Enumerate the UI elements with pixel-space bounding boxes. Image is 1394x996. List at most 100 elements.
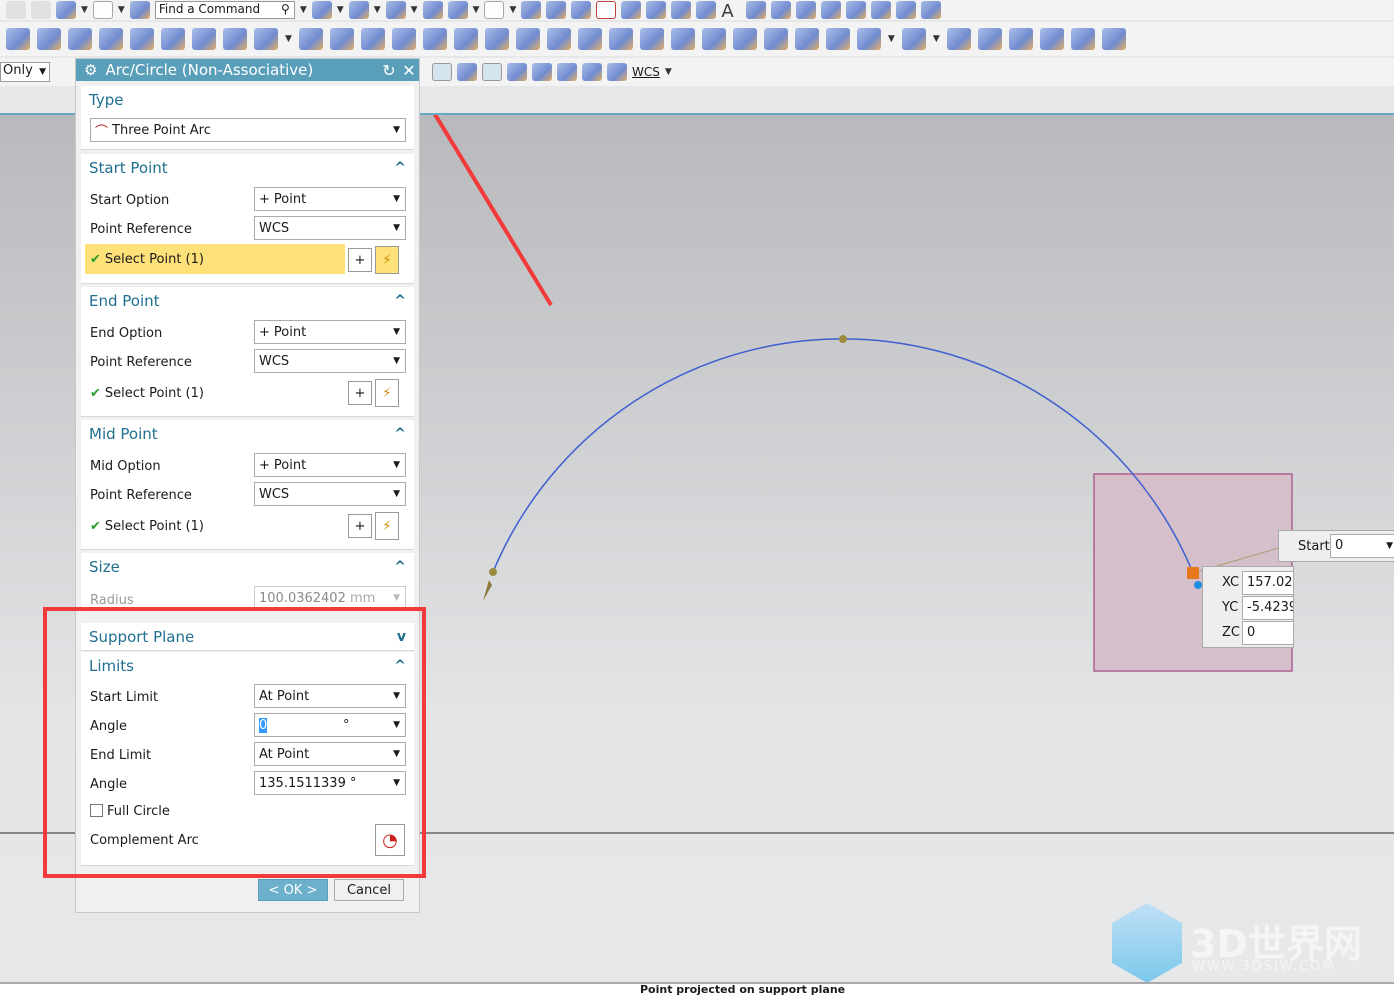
mid-point-header[interactable]: Mid Point ^: [81, 420, 414, 448]
part-icon[interactable]: [348, 1, 369, 19]
snap-center-icon[interactable]: [432, 63, 452, 81]
undo-icon[interactable]: [6, 1, 26, 19]
support-plane-section[interactable]: Support Plane v: [81, 623, 414, 651]
limits-header[interactable]: Limits ^: [81, 652, 414, 680]
bridge-icon[interactable]: [821, 1, 842, 19]
type-select[interactable]: ⌒ Three Point Arc ▼: [90, 118, 406, 142]
clearance-icon[interactable]: [1039, 28, 1064, 50]
emboss-icon[interactable]: [130, 28, 154, 50]
snap-bounded-icon[interactable]: [557, 63, 577, 81]
move-face-icon[interactable]: [453, 28, 478, 50]
patch-icon[interactable]: [639, 28, 664, 50]
pattern-feature-icon[interactable]: [192, 28, 216, 50]
intersect-icon[interactable]: [796, 1, 817, 19]
rectangle-icon[interactable]: [596, 1, 617, 19]
mid-select-point-row[interactable]: ✔ Select Point (1): [90, 519, 204, 534]
edge-icon[interactable]: [447, 1, 468, 19]
snap-on-face-icon[interactable]: [532, 63, 552, 81]
extrude-icon[interactable]: [6, 28, 30, 50]
point-dialog-button[interactable]: +: [348, 514, 372, 538]
synchronous-icon[interactable]: [856, 28, 881, 50]
analysis-icon[interactable]: [846, 1, 867, 19]
reference-set-icon[interactable]: [1101, 28, 1126, 50]
full-circle-checkbox[interactable]: Full Circle: [90, 804, 170, 819]
draft-body-icon[interactable]: [391, 28, 416, 50]
fit-icon[interactable]: [311, 1, 332, 19]
filter-select[interactable]: Only ▼: [0, 62, 50, 82]
wave-icon[interactable]: [1070, 28, 1095, 50]
gear-icon[interactable]: ⚙: [84, 61, 97, 79]
yc-input[interactable]: -5.4239: [1242, 596, 1294, 620]
thicken-icon[interactable]: [577, 28, 602, 50]
unite-icon[interactable]: [223, 28, 247, 50]
redo-icon[interactable]: [31, 1, 51, 19]
boolean-icon[interactable]: [254, 28, 278, 50]
blend-icon[interactable]: [701, 28, 726, 50]
chamfer-icon[interactable]: [732, 28, 757, 50]
snap-point-icon[interactable]: [482, 63, 502, 81]
wcs-menu[interactable]: WCS: [632, 65, 660, 79]
end-limit-select[interactable]: At Point ▼: [254, 742, 406, 766]
inferred-point-button[interactable]: ⚡: [375, 512, 399, 540]
inferred-point-button[interactable]: ⚡: [375, 379, 399, 407]
revolve-icon[interactable]: [37, 28, 61, 50]
transform-icon[interactable]: [546, 1, 567, 19]
xyz-icon[interactable]: [607, 63, 627, 81]
text-icon[interactable]: A: [721, 1, 741, 22]
complement-arc-button[interactable]: ◔: [375, 824, 405, 856]
project-icon[interactable]: [771, 1, 792, 19]
shade-icon[interactable]: [422, 1, 443, 19]
end-option-select[interactable]: + Point ▼: [254, 320, 406, 344]
mid-reference-select[interactable]: WCS ▼: [254, 482, 406, 506]
split-body-icon[interactable]: [298, 28, 323, 50]
start-limit-select[interactable]: At Point ▼: [254, 684, 406, 708]
tools-icon[interactable]: [56, 1, 76, 19]
surface-icon[interactable]: [794, 28, 819, 50]
bend-icon[interactable]: [546, 28, 571, 50]
start-select-point-row[interactable]: ✔ Select Point (1): [85, 244, 345, 274]
snap-quadrant-icon[interactable]: [457, 63, 477, 81]
curve-icon[interactable]: [671, 1, 692, 19]
offset-icon[interactable]: [746, 1, 767, 19]
end-point-header[interactable]: End Point ^: [81, 287, 414, 315]
constraint-icon[interactable]: [977, 28, 1002, 50]
shell-icon[interactable]: [99, 28, 123, 50]
replace-face-icon[interactable]: [484, 28, 509, 50]
section-icon[interactable]: [871, 1, 892, 19]
window-icon[interactable]: [92, 1, 113, 19]
block-icon[interactable]: [385, 1, 406, 19]
start-angle-input[interactable]: 0 ▼: [1330, 534, 1394, 558]
start-reference-select[interactable]: WCS ▼: [254, 216, 406, 240]
snap-on-curve-icon[interactable]: [507, 63, 527, 81]
export-icon[interactable]: [921, 1, 942, 19]
assembly-icon[interactable]: [901, 28, 926, 50]
line-icon[interactable]: [646, 1, 667, 19]
ok-button[interactable]: < OK >: [258, 879, 328, 901]
reset-icon[interactable]: ↻: [379, 61, 399, 80]
move-icon[interactable]: [521, 1, 542, 19]
explode-icon[interactable]: [1008, 28, 1033, 50]
xc-input[interactable]: 157.02: [1242, 571, 1294, 595]
end-reference-select[interactable]: WCS ▼: [254, 349, 406, 373]
mesh-icon[interactable]: [825, 28, 850, 50]
spline-icon[interactable]: [621, 1, 642, 19]
background-icon[interactable]: [484, 1, 505, 19]
fillet-icon[interactable]: [696, 1, 717, 19]
point-dialog-button[interactable]: +: [348, 248, 372, 272]
face-icon[interactable]: [763, 28, 788, 50]
start-angle-input[interactable]: 0 ° ▼: [254, 713, 406, 737]
component-icon[interactable]: [946, 28, 971, 50]
trim-body-icon[interactable]: [329, 28, 354, 50]
command-finder-icon[interactable]: [129, 1, 150, 19]
mid-option-select[interactable]: + Point ▼: [254, 453, 406, 477]
point-icon[interactable]: [571, 1, 592, 19]
sew-icon[interactable]: [608, 28, 633, 50]
zc-input[interactable]: 0: [1242, 621, 1294, 645]
sweep-icon[interactable]: [68, 28, 92, 50]
point-dialog-button[interactable]: +: [348, 381, 372, 405]
find-command-input[interactable]: Find a Command ⚲: [154, 1, 295, 19]
inferred-point-button[interactable]: ⚡: [375, 246, 399, 274]
draft-icon[interactable]: [360, 28, 385, 50]
size-header[interactable]: Size ^: [81, 553, 414, 581]
dialog-title-bar[interactable]: ⚙ Arc/Circle (Non-Associative) ↻ ✕: [76, 59, 419, 81]
